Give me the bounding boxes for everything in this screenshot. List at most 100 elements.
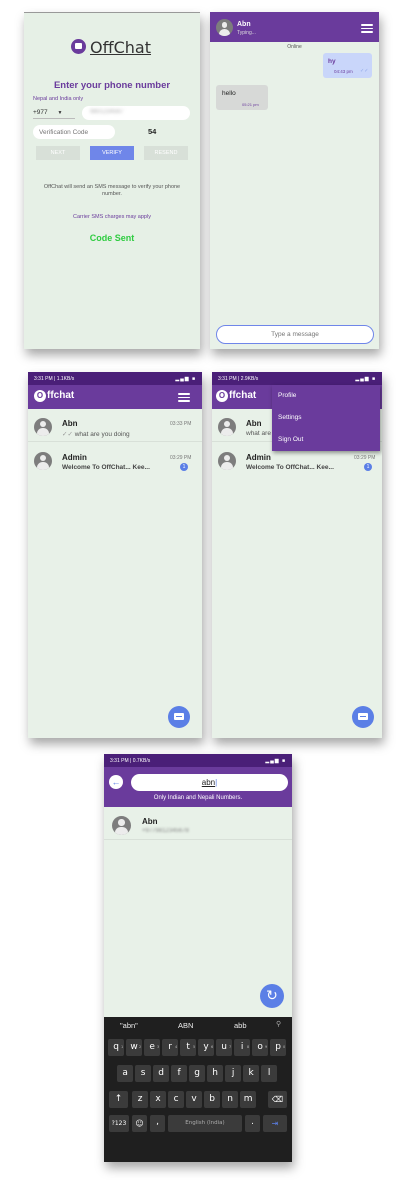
status-time: 3:31 PM | 2.9KB/s: [218, 375, 259, 382]
key-f[interactable]: f: [171, 1065, 188, 1082]
key-i[interactable]: i8: [234, 1039, 251, 1056]
key-y[interactable]: y6: [198, 1039, 215, 1056]
key-n[interactable]: n: [222, 1091, 239, 1108]
key-label: v: [191, 1094, 197, 1104]
key-u[interactable]: u7: [216, 1039, 233, 1056]
refresh-button[interactable]: ↻: [260, 984, 284, 1008]
key-w[interactable]: w2: [126, 1039, 143, 1056]
menu-item-sign-out[interactable]: Sign Out: [278, 436, 303, 443]
symbols-key[interactable]: ?123: [109, 1115, 129, 1132]
key-m[interactable]: m: [240, 1091, 257, 1108]
key-label: n: [227, 1094, 233, 1104]
message-icon: [174, 713, 184, 720]
key-label: e: [149, 1042, 155, 1052]
contact-name: Abn: [237, 21, 251, 28]
avatar[interactable]: [216, 19, 233, 36]
key-k[interactable]: k: [243, 1065, 260, 1082]
backspace-key[interactable]: ⌫: [268, 1091, 287, 1108]
search-input[interactable]: abn|: [131, 774, 288, 791]
menu-icon[interactable]: [178, 393, 190, 402]
list-item[interactable]: Abn +9779812345678: [104, 810, 292, 840]
contact-number: +9779812345678: [142, 828, 189, 834]
new-chat-button[interactable]: [168, 706, 190, 728]
app-logo-icon: O: [216, 390, 228, 402]
signal-icon: ▂▄▆ ■: [175, 375, 196, 382]
resend-button[interactable]: RESEND: [144, 146, 188, 160]
emoji-key[interactable]: ☺: [132, 1115, 147, 1132]
verification-code-input[interactable]: [33, 125, 115, 139]
key-number-hint: 3: [156, 1045, 160, 1049]
new-chat-button[interactable]: [352, 706, 374, 728]
chat-item-preview: what are you doing: [74, 431, 130, 438]
menu-item-profile[interactable]: Profile: [278, 392, 296, 399]
message-icon: [358, 713, 368, 720]
avatar: [218, 418, 236, 436]
back-arrow-icon[interactable]: ←: [109, 775, 123, 789]
key-v[interactable]: v: [186, 1091, 203, 1108]
shift-key[interactable]: ↑: [109, 1091, 128, 1108]
period-key[interactable]: .: [245, 1115, 260, 1132]
key-d[interactable]: d: [153, 1065, 170, 1082]
key-label: t: [186, 1042, 190, 1052]
key-x[interactable]: x: [150, 1091, 167, 1108]
key-e[interactable]: e3: [144, 1039, 161, 1056]
chat-header: Abn Typing...: [210, 12, 379, 42]
key-g[interactable]: g: [189, 1065, 206, 1082]
chat-item-name: Abn: [246, 419, 262, 428]
chat-item-message: ✓✓ what are you doing: [62, 430, 130, 438]
key-a[interactable]: a: [117, 1065, 134, 1082]
key-t[interactable]: t5: [180, 1039, 197, 1056]
app-logo-icon: O: [34, 390, 46, 402]
space-key[interactable]: English (India): [168, 1115, 242, 1132]
signal-icon: ▂▄▆ ■: [355, 375, 376, 382]
key-label: f: [177, 1068, 181, 1078]
country-code-select[interactable]: +977 ▼: [33, 107, 75, 119]
suggestion-item[interactable]: ABN: [178, 1021, 193, 1030]
message-input[interactable]: [216, 325, 374, 344]
status-bar: 3:31 PM | 1.1KB/s ▂▄▆ ■: [28, 372, 202, 385]
avatar: [34, 452, 52, 470]
key-c[interactable]: c: [168, 1091, 185, 1108]
key-number-hint: 2: [138, 1045, 142, 1049]
message-field[interactable]: [227, 329, 363, 339]
key-label: x: [155, 1094, 161, 1104]
message-time: 04:43 pm: [334, 69, 353, 74]
key-l[interactable]: l: [261, 1065, 278, 1082]
list-item[interactable]: Abn ✓✓ what are you doing 03:33 PM: [28, 412, 202, 442]
menu-item-settings[interactable]: Settings: [278, 414, 302, 421]
enter-key[interactable]: ⇥: [263, 1115, 287, 1132]
key-p[interactable]: p0: [270, 1039, 287, 1056]
key-o[interactable]: o9: [252, 1039, 269, 1056]
key-q[interactable]: q1: [108, 1039, 125, 1056]
key-j[interactable]: j: [225, 1065, 242, 1082]
unread-badge: 1: [364, 463, 372, 471]
login-screen: OffChat Enter your phone number Nepal an…: [24, 12, 200, 349]
search-notice: Only Indian and Nepali Numbers.: [153, 795, 243, 801]
suggestion-item[interactable]: "abn": [120, 1021, 138, 1030]
key-b[interactable]: b: [204, 1091, 221, 1108]
chevron-down-icon: ▼: [57, 110, 63, 116]
key-number-hint: 8: [246, 1045, 250, 1049]
key-h[interactable]: h: [207, 1065, 224, 1082]
key-label: i: [240, 1042, 244, 1052]
phone-input[interactable]: 9801234567: [82, 106, 190, 120]
menu-icon[interactable]: [361, 24, 373, 33]
key-label: l: [267, 1068, 271, 1078]
key-label: o: [257, 1042, 263, 1052]
key-s[interactable]: s: [135, 1065, 152, 1082]
key-label: g: [194, 1068, 200, 1078]
chat-item-name: Abn: [62, 419, 78, 428]
verify-button[interactable]: VERIFY: [90, 146, 134, 160]
list-item[interactable]: Admin Welcome To OffChat... Kee... 03:29…: [28, 446, 202, 476]
verification-code-field[interactable]: [39, 127, 109, 137]
suggestion-item[interactable]: abb: [234, 1021, 247, 1030]
key-r[interactable]: r4: [162, 1039, 179, 1056]
chat-item-name: Admin: [62, 453, 87, 462]
comma-key[interactable]: ,: [150, 1115, 165, 1132]
next-button[interactable]: NEXT: [36, 146, 80, 160]
search-icon[interactable]: ⚲: [276, 1020, 281, 1028]
key-label: y: [203, 1042, 209, 1052]
key-label: a: [122, 1068, 128, 1078]
key-z[interactable]: z: [132, 1091, 149, 1108]
key-label: p: [275, 1042, 281, 1052]
